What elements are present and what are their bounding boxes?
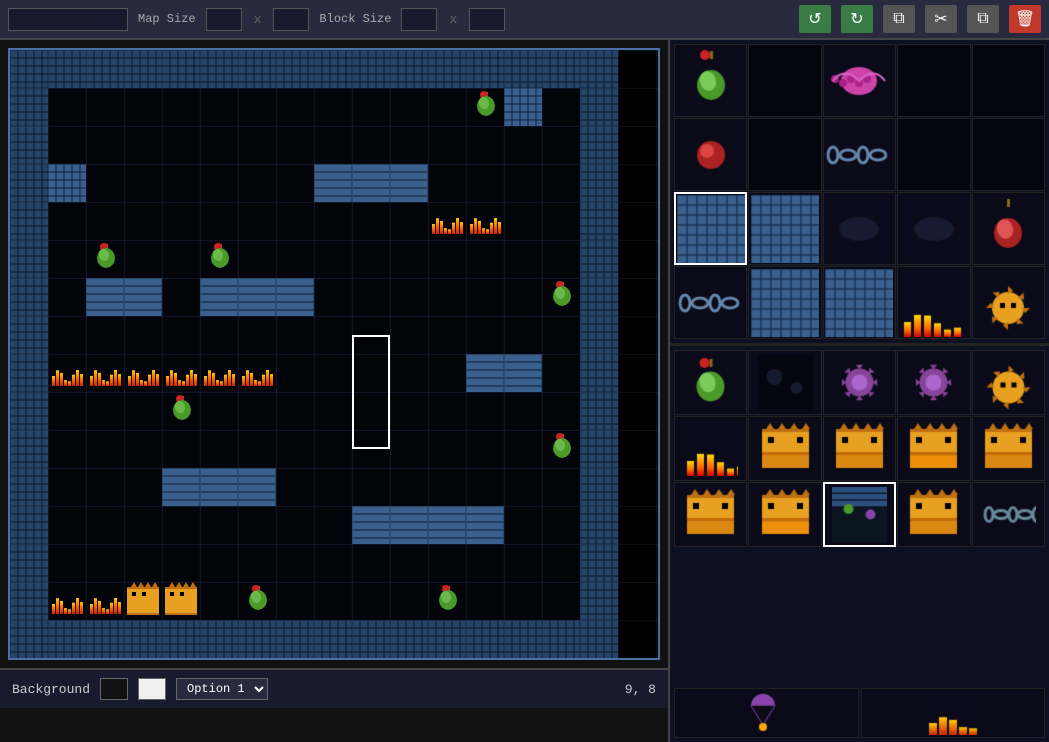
- item-cell-12[interactable]: [823, 482, 896, 547]
- map-size-label: Map Size: [138, 12, 196, 26]
- map-outer[interactable]: [8, 48, 660, 660]
- item-cell-14[interactable]: [972, 482, 1045, 547]
- map-x-separator: x: [254, 12, 262, 27]
- background-dropdown[interactable]: Option 1 Option 2: [176, 678, 268, 700]
- sprite-cell-11[interactable]: [748, 192, 821, 265]
- map-name-input[interactable]: map3: [8, 8, 128, 31]
- extra-cell-0[interactable]: [674, 688, 859, 738]
- background-color-swatch2[interactable]: [138, 678, 166, 700]
- item-cell-1[interactable]: [748, 350, 821, 415]
- sprite-cell-14[interactable]: [972, 192, 1045, 265]
- sprite-sheet-bottom: [670, 346, 1049, 684]
- sprite-cell-8[interactable]: [897, 118, 970, 191]
- sprite-cell-12[interactable]: [823, 192, 896, 265]
- item-cell-10[interactable]: [674, 482, 747, 547]
- map-canvas[interactable]: [10, 50, 618, 658]
- bottom-bar: Background Option 1 Option 2 9, 8: [0, 668, 668, 708]
- block-x-separator: x: [449, 12, 457, 27]
- sprite-cell-9[interactable]: [972, 118, 1045, 191]
- background-label: Background: [12, 682, 90, 697]
- item-cell-5[interactable]: [674, 416, 747, 481]
- sprite-cell-19[interactable]: [972, 266, 1045, 339]
- sprite-cell-0[interactable]: [674, 44, 747, 117]
- sprite-grid-bottom: [674, 350, 1045, 547]
- sprite-cell-3[interactable]: [897, 44, 970, 117]
- sprite-cell-13[interactable]: [897, 192, 970, 265]
- sprite-sheet-top: [670, 40, 1049, 346]
- block-width-input[interactable]: 8: [401, 8, 437, 31]
- item-cell-6[interactable]: [748, 416, 821, 481]
- block-size-label: Block Size: [319, 12, 391, 26]
- sprite-grid-top: [674, 44, 1045, 339]
- extra-cell-1[interactable]: [861, 688, 1046, 738]
- item-cell-0[interactable]: [674, 350, 747, 415]
- sprite-cell-10[interactable]: [674, 192, 747, 265]
- item-cell-7[interactable]: [823, 416, 896, 481]
- right-panel: [670, 40, 1049, 742]
- sprite-cell-1[interactable]: [748, 44, 821, 117]
- copy-button[interactable]: ⧉: [883, 5, 915, 33]
- item-cell-11[interactable]: [748, 482, 821, 547]
- map-height-input[interactable]: 16: [273, 8, 309, 31]
- block-height-input[interactable]: 8: [469, 8, 505, 31]
- redo-button[interactable]: ↻: [841, 5, 873, 33]
- sprite-cell-2[interactable]: [823, 44, 896, 117]
- sprite-cell-16[interactable]: [748, 266, 821, 339]
- sprite-cell-7[interactable]: [823, 118, 896, 191]
- item-cell-13[interactable]: [897, 482, 970, 547]
- sprite-cell-18[interactable]: [897, 266, 970, 339]
- sprite-cell-15[interactable]: [674, 266, 747, 339]
- cut-button[interactable]: ✂: [925, 5, 957, 33]
- sprite-extra-row: [670, 684, 1049, 742]
- sprite-cell-5[interactable]: [674, 118, 747, 191]
- sprite-cell-4[interactable]: [972, 44, 1045, 117]
- map-area: Background Option 1 Option 2 9, 8: [0, 40, 670, 742]
- sprite-cell-17[interactable]: [823, 266, 896, 339]
- item-cell-2[interactable]: [823, 350, 896, 415]
- toolbar: map3 Map Size 16 x 16 Block Size 8 x 8 ↺…: [0, 0, 1049, 40]
- map-width-input[interactable]: 16: [206, 8, 242, 31]
- item-cell-9[interactable]: [972, 416, 1045, 481]
- item-cell-4[interactable]: [972, 350, 1045, 415]
- background-color-swatch[interactable]: [100, 678, 128, 700]
- sprite-cell-6[interactable]: [748, 118, 821, 191]
- item-cell-8[interactable]: [897, 416, 970, 481]
- item-cell-3[interactable]: [897, 350, 970, 415]
- main-layout: Background Option 1 Option 2 9, 8: [0, 40, 1049, 742]
- undo-button[interactable]: ↺: [799, 5, 831, 33]
- paste-button[interactable]: ⧉: [967, 5, 999, 33]
- coordinates: 9, 8: [625, 682, 656, 697]
- delete-button[interactable]: 🗑: [1009, 5, 1041, 33]
